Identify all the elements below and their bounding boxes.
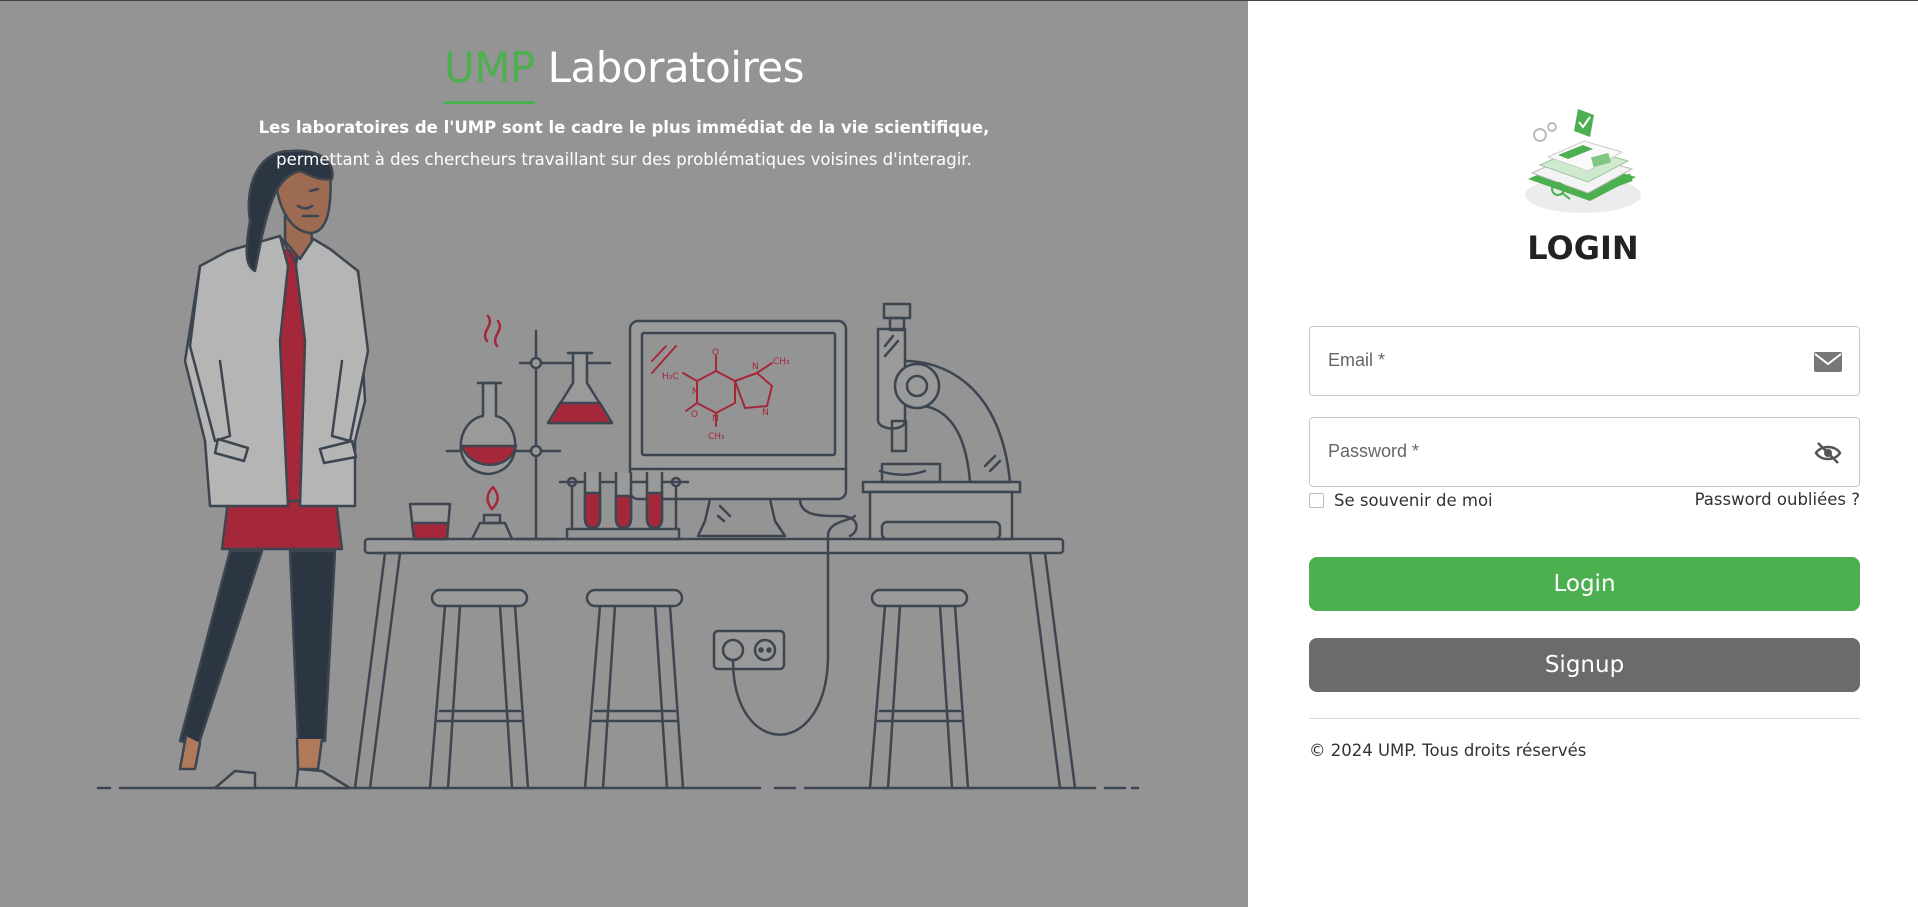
envelope-icon (1814, 352, 1842, 372)
molecule-ch3-top: CH₃ (773, 357, 790, 367)
hero-panel: O CH₃ H₃C O CH₃ N N N N UMP Laboratoires… (0, 0, 1248, 907)
remember-checkbox[interactable] (1309, 493, 1324, 508)
password-input[interactable] (1311, 419, 1799, 485)
email-input[interactable] (1311, 328, 1799, 394)
molecule-ch3-bottom: CH₃ (708, 432, 725, 442)
molecule-n3: N (752, 362, 759, 372)
molecule-o-top: O (712, 348, 719, 358)
lab-documents-logo-icon (1525, 109, 1641, 213)
remember-label[interactable]: Se souvenir de moi (1334, 491, 1493, 510)
molecule-ch3-left: H₃C (662, 372, 679, 382)
molecule-o-left: O (691, 410, 698, 420)
divider (1309, 718, 1860, 719)
brand-name: Laboratoires (547, 43, 805, 92)
copyright-text: © 2024 UMP. Tous droits réservés (1309, 741, 1587, 760)
tagline-line-2: permettant à des chercheurs travaillant … (276, 150, 972, 169)
brand-accent: UMP (443, 43, 535, 104)
password-field[interactable]: Password * (1309, 417, 1860, 487)
eye-slash-icon[interactable] (1813, 440, 1843, 466)
brand-title: UMP Laboratoires (0, 43, 1248, 104)
molecule-n4: N (762, 408, 769, 418)
login-button[interactable]: Login (1309, 557, 1860, 611)
login-title: LOGIN (1527, 229, 1639, 267)
signup-button[interactable]: Signup (1309, 638, 1860, 692)
molecule-n2: N (712, 414, 719, 424)
remember-me[interactable]: Se souvenir de moi (1309, 491, 1493, 510)
email-field[interactable]: Email * (1309, 326, 1860, 396)
login-panel: LOGIN Email * Password * Se souvenir de … (1248, 0, 1918, 907)
molecule-n1: N (692, 387, 699, 397)
tagline-line-1: Les laboratoires de l'UMP sont le cadre … (258, 118, 990, 137)
forgot-password-link[interactable]: Password oubliées ? (1695, 490, 1860, 509)
